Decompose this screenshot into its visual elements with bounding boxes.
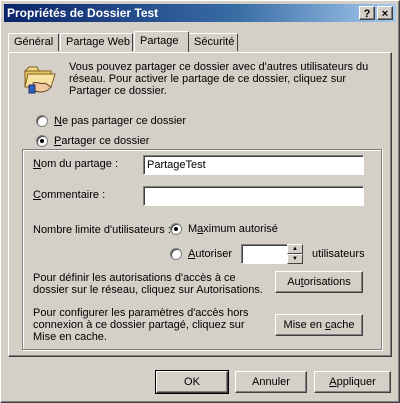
- user-limit-label: Nombre limite d'utilisateurs :: [33, 224, 171, 236]
- caching-text: Pour configurer les paramètres d'accès h…: [33, 307, 249, 343]
- users-suffix-label: utilisateurs: [312, 248, 365, 260]
- permissions-button[interactable]: Autorisations: [275, 271, 363, 293]
- cancel-button[interactable]: Annuler: [235, 371, 307, 393]
- access-key: C: [33, 189, 41, 201]
- spin-up-icon[interactable]: ▲: [287, 244, 303, 254]
- max-allowed-label: Maximum autorisé: [188, 223, 278, 235]
- access-key: A: [329, 376, 337, 388]
- label-text: artager ce dossier: [61, 135, 150, 147]
- label-text: utoriser: [195, 248, 233, 260]
- max-allowed-radio[interactable]: Maximum autorisé: [170, 223, 278, 235]
- tab-web-sharing[interactable]: Partage Web: [60, 33, 133, 51]
- share-name-label: Nom du partage :: [33, 158, 118, 170]
- tab-label: Partage Web: [66, 36, 131, 48]
- apply-button[interactable]: Appliquer: [314, 371, 391, 393]
- title-bar[interactable]: Propriétés de Dossier Test ? ×: [4, 4, 396, 22]
- label-text: M: [188, 223, 198, 235]
- window-title: Propriétés de Dossier Test: [7, 6, 159, 20]
- permissions-text: Pour définir les autorisations d'accès à…: [33, 272, 263, 296]
- radio-button[interactable]: [36, 135, 48, 147]
- caching-button[interactable]: Mise en cache: [275, 314, 363, 336]
- sharing-info-text: Vous pouvez partager ce dossier avec d'a…: [69, 61, 369, 97]
- radio-button[interactable]: [170, 248, 182, 260]
- label-text: orisations: [303, 276, 351, 288]
- shared-folder-icon: [23, 66, 56, 94]
- help-button[interactable]: ?: [359, 6, 375, 20]
- tab-label: Partage: [140, 35, 179, 47]
- label-text: om du partage :: [40, 158, 119, 170]
- no-share-radio[interactable]: Ne pas partager ce dossier: [36, 115, 186, 127]
- users-count-spinner[interactable]: ▲ ▼: [287, 244, 303, 264]
- access-key: N: [33, 158, 41, 170]
- users-count-input[interactable]: [241, 244, 289, 264]
- label-text: ximum autorisé: [203, 223, 278, 235]
- allow-users-radio[interactable]: Autoriser: [170, 248, 232, 260]
- share-label: Partager ce dossier: [54, 135, 149, 147]
- label-text: ache: [330, 319, 355, 331]
- tab-label: Général: [14, 36, 54, 48]
- tab-label: Sécurité: [194, 36, 235, 48]
- label-text: ommentaire :: [40, 189, 106, 201]
- allow-users-label: Autoriser: [188, 248, 232, 260]
- radio-button[interactable]: [170, 223, 182, 235]
- label-text: e pas partager ce dossier: [61, 115, 187, 127]
- access-key: N: [54, 115, 62, 127]
- label-text: Mise en: [283, 319, 326, 331]
- tab-sharing[interactable]: Partage: [134, 31, 189, 52]
- sharing-panel: Vous pouvez partager ce dossier avec d'a…: [8, 52, 392, 357]
- spin-down-icon[interactable]: ▼: [287, 254, 303, 264]
- ok-button[interactable]: OK: [155, 370, 229, 394]
- tab-security[interactable]: Sécurité: [188, 33, 238, 51]
- close-button[interactable]: ×: [377, 6, 393, 20]
- properties-dialog: Propriétés de Dossier Test ? × Général P…: [0, 0, 400, 403]
- comment-label: Commentaire :: [33, 189, 105, 201]
- tab-general[interactable]: Général: [8, 33, 59, 51]
- share-name-input[interactable]: PartageTest: [143, 155, 364, 175]
- label-text: ppliquer: [336, 376, 376, 388]
- radio-button[interactable]: [36, 115, 48, 127]
- share-radio[interactable]: Partager ce dossier: [33, 135, 153, 147]
- no-share-label: Ne pas partager ce dossier: [54, 115, 186, 127]
- label-text: Au: [287, 276, 301, 288]
- comment-input[interactable]: [143, 186, 364, 206]
